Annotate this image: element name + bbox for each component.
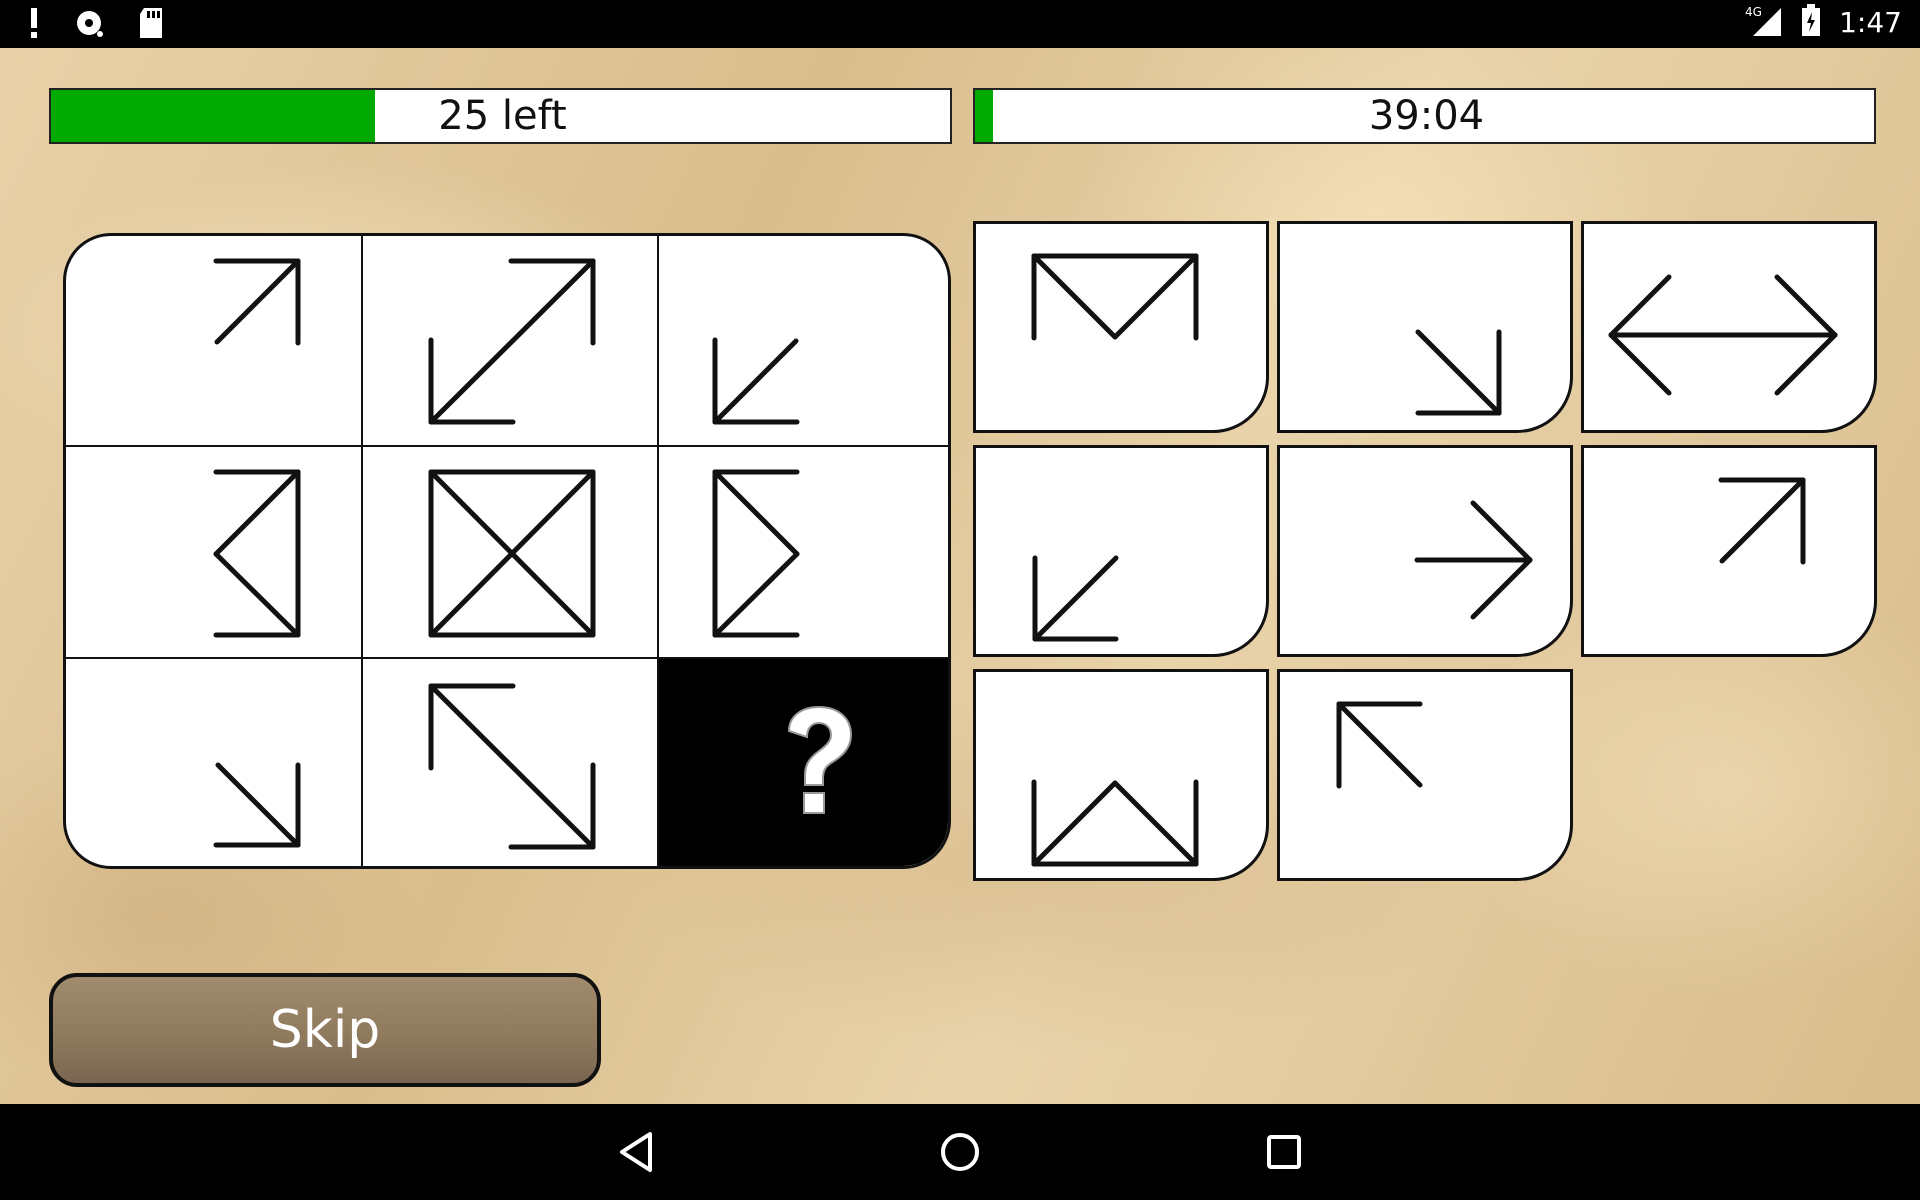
alert-icon: [28, 8, 40, 42]
recents-button[interactable]: [1236, 1104, 1332, 1200]
double-arrow-horizontal-icon: [1608, 274, 1838, 396]
home-button[interactable]: [912, 1104, 1008, 1200]
puzzle-grid: [63, 233, 951, 869]
timer-label: 39:04: [1368, 93, 1485, 139]
answer-option-5[interactable]: [1277, 445, 1573, 657]
puzzle-cell-5: [363, 447, 657, 657]
grid-divider: [66, 657, 948, 659]
puzzle-cell-4: [66, 447, 361, 657]
answer-option-3[interactable]: [1581, 221, 1877, 433]
navigation-bar: [0, 1104, 1920, 1200]
battery-icon: [1801, 4, 1821, 40]
recents-icon: [1267, 1135, 1301, 1169]
home-icon: [941, 1133, 979, 1171]
right-pointing-triangle-icon: [712, 469, 800, 638]
puzzle-cell-3: [659, 236, 948, 445]
double-arrow-diagonal-icon: [428, 258, 596, 425]
grid-divider: [66, 445, 948, 447]
crossed-box-icon: [428, 469, 596, 638]
grid-divider: [361, 236, 363, 866]
puzzle-cell-7: [66, 659, 361, 866]
timer-bar: 39:04: [973, 88, 1876, 144]
arrow-down-left-icon: [712, 337, 800, 425]
arrow-up-right-icon: [213, 258, 301, 346]
svg-text:4G: 4G: [1745, 5, 1762, 19]
arrow-down-left-icon: [1032, 555, 1119, 642]
grid-divider: [657, 236, 659, 866]
missing-cell: [659, 659, 948, 866]
double-arrow-antidiagonal-icon: [428, 683, 596, 850]
left-pointing-triangle-icon: [213, 469, 301, 638]
puzzle-cell-1: [66, 236, 361, 445]
w-triangle-shape-icon: [1031, 779, 1199, 867]
signal-icon: 4G: [1745, 4, 1783, 40]
answer-option-8[interactable]: [1277, 669, 1573, 881]
clock: 1:47: [1839, 5, 1902, 39]
puzzle-cell-8: [363, 659, 657, 866]
m-shape-icon: [1031, 253, 1199, 341]
back-icon: [620, 1132, 652, 1172]
answer-option-7[interactable]: [973, 669, 1269, 881]
back-button[interactable]: [588, 1104, 684, 1200]
arrow-up-right-icon: [1718, 477, 1806, 565]
puzzle-cell-6: [659, 447, 948, 657]
skip-button[interactable]: Skip: [49, 973, 601, 1087]
arrow-down-right-icon: [1415, 329, 1502, 416]
question-mark-icon: [787, 705, 853, 814]
remaining-label: 25 left: [438, 93, 567, 139]
arrow-up-left-icon: [1336, 701, 1423, 789]
remaining-progress-bar: 25 left: [49, 88, 952, 144]
disc-icon: [74, 8, 104, 42]
answer-option-2[interactable]: [1277, 221, 1573, 433]
answer-option-4[interactable]: [973, 445, 1269, 657]
answer-option-6[interactable]: [1581, 445, 1877, 657]
status-bar: 4G 1:47: [0, 0, 1920, 48]
answer-option-1[interactable]: [973, 221, 1269, 433]
arrow-down-right-icon: [213, 762, 301, 848]
arrow-right-icon: [1414, 500, 1533, 620]
sd-card-icon: [138, 8, 164, 42]
puzzle-cell-2: [363, 236, 657, 445]
